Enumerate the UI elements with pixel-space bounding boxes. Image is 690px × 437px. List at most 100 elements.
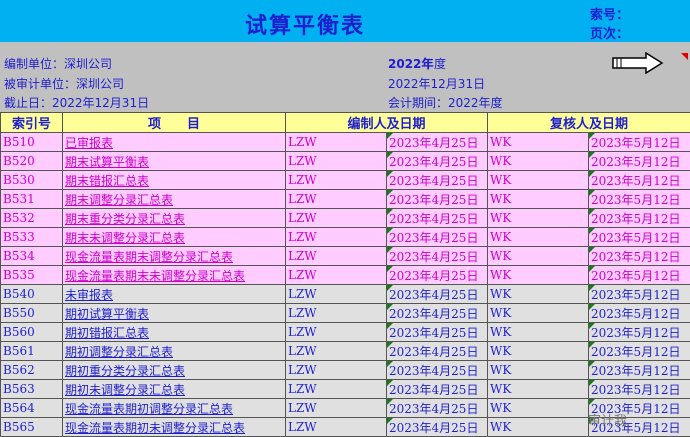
prep-date-cell[interactable]: 2023年4月25日 [387, 247, 488, 266]
prep-date-cell[interactable]: 2023年4月25日 [387, 190, 488, 209]
audited-entity-label: 被审计单位：深圳公司 [4, 75, 124, 92]
item-link[interactable]: 期末试算平衡表 [63, 152, 286, 171]
index-cell[interactable]: B520 [1, 152, 63, 171]
item-link[interactable]: 期初试算平衡表 [63, 304, 286, 323]
index-cell[interactable]: B533 [1, 228, 63, 247]
reviewer-cell[interactable]: WK [488, 399, 589, 418]
rev-date-cell[interactable]: 2023年5月12日 [589, 380, 690, 399]
item-link[interactable]: 现金流量表期末未调整分录汇总表 [63, 266, 286, 285]
prep-date-cell[interactable]: 2023年4月25日 [387, 171, 488, 190]
prep-date-cell[interactable]: 2023年4月25日 [387, 228, 488, 247]
item-link[interactable]: 期末错报汇总表 [63, 171, 286, 190]
item-link[interactable]: 未审报表 [63, 285, 286, 304]
item-link[interactable]: 期末重分类分录汇总表 [63, 209, 286, 228]
prep-date-cell[interactable]: 2023年4月25日 [387, 342, 488, 361]
item-link[interactable]: 现金流量表期末调整分录汇总表 [63, 247, 286, 266]
preparer-cell[interactable]: LZW [286, 228, 387, 247]
rev-date-cell[interactable]: 2023年5月12日 [589, 361, 690, 380]
table-row: B532期末重分类分录汇总表LZW2023年4月25日WK2023年5月12日 [1, 209, 690, 228]
reviewer-cell[interactable]: WK [488, 323, 589, 342]
item-link[interactable]: 期初错报汇总表 [63, 323, 286, 342]
prep-date-cell[interactable]: 2023年4月25日 [387, 399, 488, 418]
rev-date-cell[interactable]: 2023年5月12日 [589, 285, 690, 304]
reviewer-cell[interactable]: WK [488, 304, 589, 323]
preparer-cell[interactable]: LZW [286, 152, 387, 171]
item-link[interactable]: 期末调整分录汇总表 [63, 190, 286, 209]
index-cell[interactable]: B510 [1, 133, 63, 152]
index-cell[interactable]: B534 [1, 247, 63, 266]
preparer-cell[interactable]: LZW [286, 209, 387, 228]
preparer-cell[interactable]: LZW [286, 133, 387, 152]
prep-date-cell[interactable]: 2023年4月25日 [387, 152, 488, 171]
index-cell[interactable]: B531 [1, 190, 63, 209]
reviewer-cell[interactable]: WK [488, 285, 589, 304]
index-cell[interactable]: B540 [1, 285, 63, 304]
index-cell[interactable]: B535 [1, 266, 63, 285]
preparer-cell[interactable]: LZW [286, 190, 387, 209]
watermark-text: 审计我 [588, 410, 627, 429]
preparer-cell[interactable]: LZW [286, 399, 387, 418]
prep-date-cell[interactable]: 2023年4月25日 [387, 380, 488, 399]
rev-date-cell[interactable]: 2023年5月12日 [589, 152, 690, 171]
index-cell[interactable]: B564 [1, 399, 63, 418]
reviewer-cell[interactable]: WK [488, 190, 589, 209]
index-cell[interactable]: B530 [1, 171, 63, 190]
reviewer-cell[interactable]: WK [488, 247, 589, 266]
accounting-period-label: 会计期间：2022年度 [388, 94, 503, 111]
preparer-cell[interactable]: LZW [286, 285, 387, 304]
reviewer-cell[interactable]: WK [488, 380, 589, 399]
prep-date-cell[interactable]: 2023年4月25日 [387, 323, 488, 342]
reviewer-cell[interactable]: WK [488, 361, 589, 380]
preparer-cell[interactable]: LZW [286, 171, 387, 190]
right-arrow-icon[interactable] [612, 52, 664, 74]
index-cell[interactable]: B561 [1, 342, 63, 361]
rev-date-cell[interactable]: 2023年5月12日 [589, 228, 690, 247]
rev-date-cell[interactable]: 2023年5月12日 [589, 209, 690, 228]
audit-index-table: 索引号 项 目 编制人及日期 复核人及日期 B510已审报表LZW2023年4月… [0, 112, 690, 437]
rev-date-cell[interactable]: 2023年5月12日 [589, 171, 690, 190]
index-cell[interactable]: B562 [1, 361, 63, 380]
table-row: B510已审报表LZW2023年4月25日WK2023年5月12日 [1, 133, 690, 152]
index-cell[interactable]: B550 [1, 304, 63, 323]
item-link[interactable]: 期末未调整分录汇总表 [63, 228, 286, 247]
rev-date-cell[interactable]: 2023年5月12日 [589, 342, 690, 361]
prep-date-cell[interactable]: 2023年4月25日 [387, 266, 488, 285]
item-link[interactable]: 期初未调整分录汇总表 [63, 380, 286, 399]
table-row: B561期初调整分录汇总表LZW2023年4月25日WK2023年5月12日 [1, 342, 690, 361]
prep-date-cell[interactable]: 2023年4月25日 [387, 361, 488, 380]
item-link[interactable]: 现金流量表期初调整分录汇总表 [63, 399, 286, 418]
prep-date-cell[interactable]: 2023年4月25日 [387, 133, 488, 152]
item-link[interactable]: 期初调整分录汇总表 [63, 342, 286, 361]
prep-date-cell[interactable]: 2023年4月25日 [387, 209, 488, 228]
index-cell[interactable]: B560 [1, 323, 63, 342]
rev-date-cell[interactable]: 2023年5月12日 [589, 247, 690, 266]
table-row: B530期末错报汇总表LZW2023年4月25日WK2023年5月12日 [1, 171, 690, 190]
reviewer-cell[interactable]: WK [488, 152, 589, 171]
rev-date-cell[interactable]: 2023年5月12日 [589, 266, 690, 285]
rev-date-cell[interactable]: 2023年5月12日 [589, 133, 690, 152]
rev-date-cell[interactable]: 2023年5月12日 [589, 323, 690, 342]
preparer-cell[interactable]: LZW [286, 323, 387, 342]
table-header-row: 索引号 项 目 编制人及日期 复核人及日期 [1, 113, 690, 133]
reviewer-cell[interactable]: WK [488, 133, 589, 152]
reviewer-cell[interactable]: WK [488, 171, 589, 190]
reviewer-cell[interactable]: WK [488, 209, 589, 228]
reviewer-cell[interactable]: WK [488, 266, 589, 285]
page-number-label: 页次： [590, 23, 629, 42]
preparer-cell[interactable]: LZW [286, 304, 387, 323]
prep-date-cell[interactable]: 2023年4月25日 [387, 304, 488, 323]
item-link[interactable]: 已审报表 [63, 133, 286, 152]
rev-date-cell[interactable]: 2023年5月12日 [589, 190, 690, 209]
item-link[interactable]: 期初重分类分录汇总表 [63, 361, 286, 380]
preparer-cell[interactable]: LZW [286, 266, 387, 285]
preparer-cell[interactable]: LZW [286, 361, 387, 380]
preparer-cell[interactable]: LZW [286, 342, 387, 361]
preparer-cell[interactable]: LZW [286, 380, 387, 399]
reviewer-cell[interactable]: WK [488, 228, 589, 247]
rev-date-cell[interactable]: 2023年5月12日 [589, 304, 690, 323]
prep-date-cell[interactable]: 2023年4月25日 [387, 285, 488, 304]
index-cell[interactable]: B532 [1, 209, 63, 228]
index-cell[interactable]: B563 [1, 380, 63, 399]
preparer-cell[interactable]: LZW [286, 247, 387, 266]
reviewer-cell[interactable]: WK [488, 342, 589, 361]
